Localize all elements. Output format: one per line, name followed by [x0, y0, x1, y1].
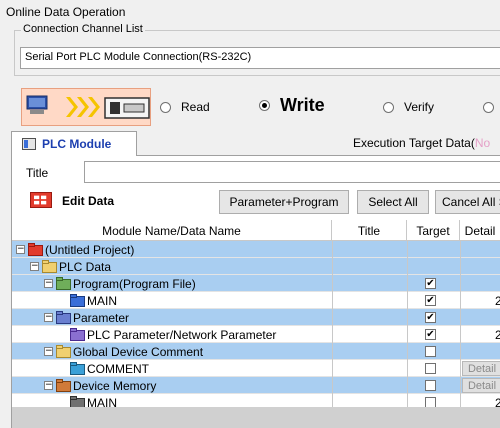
target-checkbox[interactable]: ✔	[425, 329, 436, 340]
window-title: Online Data Operation	[6, 5, 126, 19]
program-folder-icon	[56, 277, 71, 290]
plc-module-panel: Title Edit Data Parameter+Program Select…	[11, 156, 500, 428]
header-title[interactable]: Title	[332, 220, 407, 241]
target-checkbox[interactable]	[425, 380, 436, 391]
row-extra-value: 2	[495, 293, 500, 308]
grid-header: Module Name/Data Name Title Target Detai…	[12, 220, 500, 241]
radio-verify-button[interactable]	[383, 101, 394, 113]
row-name-label: MAIN	[87, 293, 117, 308]
row-name-cell: − Program(Program File)	[44, 275, 196, 292]
parameter-folder-icon	[56, 311, 71, 324]
grid-row[interactable]: − Device Memory Detail	[12, 377, 500, 394]
collapse-icon[interactable]: −	[44, 381, 53, 390]
project-icon	[28, 243, 43, 256]
collapse-icon[interactable]: −	[44, 279, 53, 288]
grid-row[interactable]: − (Untitled Project)	[12, 241, 500, 258]
device-memory-folder-icon	[56, 379, 71, 392]
grid-row[interactable]: − Parameter ✔	[12, 309, 500, 326]
transfer-direction-image	[21, 88, 151, 126]
radio-verify-label: Verify	[404, 100, 435, 114]
header-target[interactable]: Target	[407, 220, 460, 241]
radio-verify[interactable]: Verify	[383, 98, 434, 116]
tab-plc-module-label: PLC Module	[42, 137, 112, 151]
target-checkbox[interactable]	[425, 346, 436, 357]
row-name-label: Parameter	[73, 310, 130, 325]
grid-row[interactable]: PLC Parameter/Network Parameter ✔ 2	[12, 326, 500, 343]
row-name-label: PLC Parameter/Network Parameter	[87, 327, 277, 342]
collapse-icon[interactable]: −	[44, 347, 53, 356]
row-name-cell: − Parameter	[44, 309, 129, 326]
connection-channel-legend: Connection Channel List	[21, 23, 145, 35]
row-name-label: Device Memory	[73, 378, 157, 393]
program-icon	[70, 294, 85, 307]
row-name-label: Program(Program File)	[73, 276, 196, 291]
radio-delete[interactable]	[483, 98, 500, 116]
title-label: Title	[26, 166, 49, 180]
row-extra-value: 2	[495, 327, 500, 342]
row-name-cell: − PLC Data	[30, 258, 111, 275]
radio-write-label: Write	[280, 94, 325, 115]
row-name-label: COMMENT	[87, 361, 149, 376]
header-module-name[interactable]: Module Name/Data Name	[12, 220, 332, 241]
grid-row[interactable]: − Global Device Comment	[12, 343, 500, 360]
tab-plc-module[interactable]: PLC Module	[11, 131, 137, 156]
radio-delete-button[interactable]	[483, 101, 494, 113]
target-checkbox[interactable]: ✔	[425, 312, 436, 323]
row-name-label: PLC Data	[59, 259, 112, 274]
transfer-arrows-icon	[66, 97, 100, 117]
row-name-cell: − Device Memory	[44, 377, 156, 394]
row-name-label: (Untitled Project)	[45, 242, 135, 257]
collapse-icon[interactable]: −	[30, 262, 39, 271]
plc-module-icon	[22, 138, 36, 150]
edit-data-icon	[30, 192, 52, 208]
execution-target-label: Execution Target Data(No	[353, 136, 490, 150]
header-detail[interactable]: Detail	[460, 220, 500, 241]
grid-row[interactable]: − Program(Program File) ✔	[12, 275, 500, 292]
collapse-icon[interactable]: −	[16, 245, 25, 254]
grid-row[interactable]: COMMENT Detail	[12, 360, 500, 377]
grid-row[interactable]: − PLC Data	[12, 258, 500, 275]
connection-channel-field[interactable]: Serial Port PLC Module Connection(RS-232…	[20, 47, 500, 69]
radio-write-button[interactable]	[259, 99, 270, 111]
grid-row[interactable]: MAIN ✔ 2	[12, 292, 500, 309]
detail-button[interactable]: Detail	[462, 361, 500, 376]
execution-target-value: No	[474, 136, 491, 150]
row-name-cell: MAIN	[58, 292, 117, 309]
edit-data-label: Edit Data	[62, 194, 115, 208]
target-checkbox[interactable]: ✔	[425, 278, 436, 289]
data-grid: Module Name/Data Name Title Target Detai…	[12, 220, 500, 428]
row-name-cell: PLC Parameter/Network Parameter	[58, 326, 276, 343]
comment-folder-icon	[56, 345, 71, 358]
cancel-all-selections-button[interactable]: Cancel All Selections	[435, 190, 500, 214]
target-checkbox[interactable]	[425, 363, 436, 374]
plc-icon	[104, 97, 150, 119]
row-name-cell: − Global Device Comment	[44, 343, 203, 360]
radio-write[interactable]: Write	[259, 94, 325, 115]
connection-channel-group: Connection Channel List Serial Port PLC …	[14, 23, 500, 76]
folder-icon	[42, 260, 57, 273]
parameter-icon	[70, 328, 85, 341]
execution-target-text: Execution Target Data(	[353, 136, 475, 150]
select-all-button[interactable]: Select All	[357, 190, 429, 214]
row-name-cell: COMMENT	[58, 360, 149, 377]
parameter-program-button[interactable]: Parameter+Program	[219, 190, 349, 214]
radio-read[interactable]: Read	[160, 98, 210, 116]
grid-footer	[12, 407, 500, 428]
radio-read-button[interactable]	[160, 101, 171, 113]
pc-icon	[26, 95, 48, 114]
row-name-label: Global Device Comment	[73, 344, 204, 359]
radio-read-label: Read	[181, 100, 210, 114]
comment-icon	[70, 362, 85, 375]
target-checkbox[interactable]: ✔	[425, 295, 436, 306]
collapse-icon[interactable]: −	[44, 313, 53, 322]
title-input[interactable]	[84, 161, 500, 183]
row-name-cell: − (Untitled Project)	[16, 241, 134, 258]
detail-button[interactable]: Detail	[462, 378, 500, 393]
